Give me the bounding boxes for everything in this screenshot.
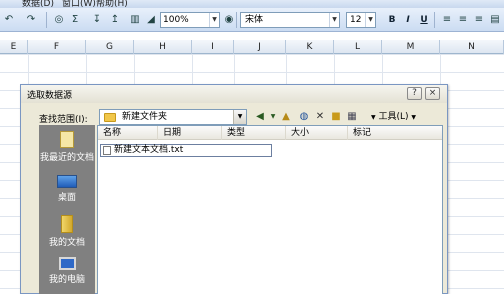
column-header[interactable]: H	[134, 40, 192, 54]
place-label: 我的文档	[48, 238, 85, 248]
look-in-label: 查找范围(I):	[39, 115, 88, 125]
font-name-value: 宋体	[245, 15, 264, 25]
select-data-source-dialog: 选取数据源 ? × 查找范围(I): 新建文件夹 ▼ ◀ ▼ ▲ ◍ ✕ ■ ▦…	[20, 84, 448, 294]
text-file-icon	[103, 146, 111, 155]
formatting-toolbar: ↶ ↷ ◎ Σ ↧ ↥ ▥ ◢ 100% ▼ ◉ 宋体 ▼ 12 ▼ B I U…	[0, 8, 504, 32]
chevron-down-icon: ▼	[411, 114, 417, 121]
place-desktop[interactable]: 桌面	[39, 175, 95, 203]
underline-button[interactable]: U	[418, 14, 430, 26]
column-header[interactable]: L	[334, 40, 382, 54]
chevron-down-icon[interactable]: ▼	[269, 109, 277, 125]
menu-data[interactable]: 数据(D)	[22, 0, 54, 8]
file-list[interactable]: 名称 日期 类型 大小 标记 新建文本文档.txt	[97, 125, 443, 294]
align-left-icon[interactable]: ≡	[440, 13, 454, 27]
column-tag[interactable]: 标记	[348, 126, 442, 140]
place-my-computer[interactable]: 我的电脑	[39, 257, 95, 285]
autosum-icon[interactable]: Σ	[68, 13, 82, 27]
column-header[interactable]: J	[234, 40, 286, 54]
column-header[interactable]: M	[382, 40, 440, 54]
sort-ascending-icon[interactable]: ↧	[90, 13, 104, 27]
place-my-documents[interactable]: 我的文档	[39, 215, 95, 248]
bold-button[interactable]: B	[386, 14, 398, 26]
file-name: 新建文本文档.txt	[114, 145, 184, 155]
menu-bar: 数据(D) 窗口(W) 帮助(H)	[0, 0, 504, 8]
dialog-title: 选取数据源	[27, 91, 73, 101]
chevron-down-icon[interactable]: ▼	[233, 110, 246, 124]
place-recent-documents[interactable]: 我最近的文档	[39, 131, 95, 163]
sort-descending-icon[interactable]: ↥	[108, 13, 122, 27]
redo-icon[interactable]: ↷	[24, 13, 38, 27]
place-label: 我的电脑	[48, 275, 85, 285]
chevron-down-icon: ▼	[209, 13, 219, 27]
italic-button[interactable]: I	[402, 14, 414, 26]
search-web-icon[interactable]: ◍	[297, 109, 311, 125]
column-header[interactable]: N	[440, 40, 504, 54]
hyperlink-icon[interactable]: ◎	[52, 13, 66, 27]
delete-icon[interactable]: ✕	[313, 109, 327, 125]
chevron-down-icon: ▼	[371, 114, 376, 121]
chart-wizard-icon[interactable]: ▥	[128, 13, 142, 27]
folder-icon	[104, 113, 116, 122]
column-size[interactable]: 大小	[286, 126, 348, 140]
help-button[interactable]: ?	[407, 87, 422, 100]
toolbar-separator	[434, 12, 435, 28]
column-date[interactable]: 日期	[158, 126, 222, 140]
font-size-value: 12	[350, 15, 362, 25]
new-folder-icon[interactable]: ■	[329, 109, 343, 125]
column-header[interactable]: F	[28, 40, 86, 54]
column-type[interactable]: 类型	[222, 126, 286, 140]
chevron-down-icon: ▼	[329, 13, 339, 27]
zoom-select[interactable]: 100% ▼	[160, 12, 220, 28]
place-label: 我最近的文档	[39, 153, 94, 163]
my-computer-icon	[58, 257, 76, 270]
file-list-header: 名称 日期 类型 大小 标记	[98, 126, 442, 140]
undo-icon[interactable]: ↶	[2, 13, 16, 27]
column-header[interactable]: G	[86, 40, 134, 54]
places-bar: 我最近的文档 桌面 我的文档 我的电脑	[39, 125, 95, 294]
place-label: 桌面	[57, 193, 76, 203]
tools-button[interactable]: ▼ 工具(L) ▼	[371, 110, 416, 125]
look-in-value: 新建文件夹	[122, 112, 168, 122]
dialog-titlebar[interactable]: 选取数据源 ? ×	[21, 85, 447, 103]
menu-help[interactable]: 帮助(H)	[96, 0, 128, 8]
zoom-value: 100%	[163, 15, 189, 25]
file-list-item[interactable]: 新建文本文档.txt	[100, 144, 272, 157]
my-documents-icon	[61, 215, 73, 233]
toolbar-separator	[236, 12, 237, 28]
look-in-select[interactable]: 新建文件夹 ▼	[99, 109, 247, 125]
up-folder-icon[interactable]: ▲	[279, 109, 293, 125]
desktop-icon	[57, 175, 77, 188]
font-size-select[interactable]: 12 ▼	[346, 12, 376, 28]
align-center-icon[interactable]: ≡	[456, 13, 470, 27]
chevron-down-icon: ▼	[365, 13, 375, 27]
help-icon[interactable]: ◉	[222, 13, 236, 27]
recent-docs-icon	[60, 131, 74, 148]
drawing-icon[interactable]: ◢	[144, 13, 158, 27]
column-header-row: E F G H I J K L M N	[0, 40, 504, 54]
column-name[interactable]: 名称	[98, 126, 158, 140]
font-name-select[interactable]: 宋体 ▼	[240, 12, 340, 28]
column-header[interactable]: K	[286, 40, 334, 54]
tools-label: 工具(L)	[378, 112, 409, 122]
back-icon[interactable]: ◀	[253, 109, 267, 125]
column-header[interactable]: E	[0, 40, 28, 54]
toolbar-separator	[46, 12, 47, 28]
align-right-icon[interactable]: ≡	[472, 13, 486, 27]
views-icon[interactable]: ▦	[345, 109, 359, 125]
close-button[interactable]: ×	[425, 87, 440, 100]
menu-window[interactable]: 窗口(W)	[62, 0, 96, 8]
column-header[interactable]: I	[192, 40, 234, 54]
merge-center-icon[interactable]: ▤	[488, 13, 502, 27]
